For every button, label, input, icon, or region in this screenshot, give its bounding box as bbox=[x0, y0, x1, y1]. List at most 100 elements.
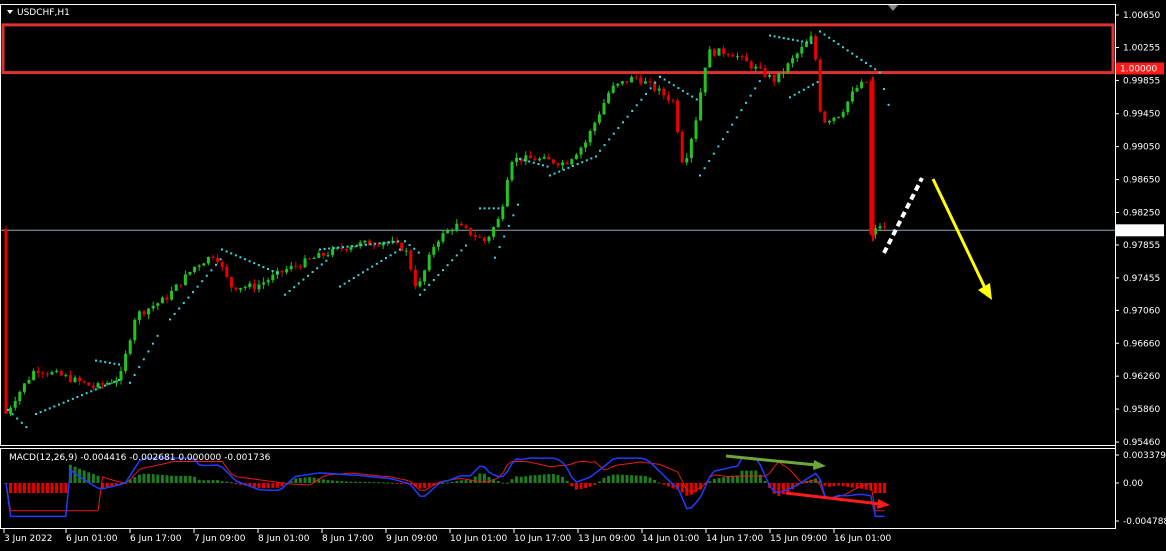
psar-dot bbox=[735, 116, 738, 119]
macd-histogram-bar bbox=[519, 476, 523, 483]
macd-histogram-bar bbox=[501, 482, 505, 484]
candle-body bbox=[423, 270, 427, 282]
symbol-title[interactable]: USDCHF,H1 bbox=[7, 8, 70, 18]
candle-body bbox=[791, 58, 795, 64]
psar-dot bbox=[205, 274, 208, 277]
psar-dot bbox=[378, 242, 381, 245]
macd-histogram-bar bbox=[450, 481, 454, 483]
macd-histogram-bar bbox=[602, 477, 606, 483]
macd-histogram-bar bbox=[547, 474, 551, 483]
psar-dot bbox=[230, 252, 233, 255]
psar-dot bbox=[460, 249, 463, 252]
macd-histogram-bar bbox=[754, 470, 758, 483]
psar-dot bbox=[640, 98, 643, 101]
candle-body bbox=[22, 383, 26, 392]
macd-histogram-bar bbox=[220, 481, 224, 483]
candle-body bbox=[188, 271, 192, 275]
time-label: 7 Jun 09:00 bbox=[194, 534, 246, 544]
mt4-chart-canvas[interactable]: 1.00000 0.98033 0.003379 0.00 -0.004788 1.… bbox=[0, 0, 1166, 551]
psar-dot bbox=[442, 269, 444, 272]
macd-histogram-bar bbox=[763, 481, 767, 483]
macd-histogram-bar bbox=[823, 483, 827, 486]
macd-histogram-bar bbox=[538, 474, 542, 483]
macd-histogram-bar bbox=[781, 483, 785, 495]
macd-histogram-bar bbox=[142, 473, 146, 483]
macd-histogram-bar bbox=[326, 480, 330, 483]
psar-dot bbox=[62, 401, 65, 404]
psar-dot bbox=[498, 246, 501, 249]
candle-body bbox=[147, 308, 151, 315]
psar-dot bbox=[576, 163, 579, 166]
psar-dot bbox=[758, 80, 761, 83]
candle-body bbox=[823, 111, 827, 123]
macd-histogram-bar bbox=[216, 480, 220, 483]
psar-dot bbox=[319, 248, 321, 251]
candle-body bbox=[441, 233, 445, 242]
psar-dot bbox=[717, 145, 720, 148]
psar-dot bbox=[645, 92, 647, 95]
candle-body bbox=[239, 287, 243, 290]
candle-body bbox=[818, 59, 822, 112]
psar-dot bbox=[860, 58, 863, 61]
candle-body bbox=[800, 46, 804, 54]
candle-body bbox=[763, 68, 767, 77]
macd-histogram-bar bbox=[262, 483, 266, 489]
psar-dot bbox=[417, 251, 420, 254]
candle-body bbox=[285, 269, 289, 273]
psar-dot bbox=[325, 259, 328, 262]
psar-dot bbox=[519, 157, 521, 160]
candle-body bbox=[722, 48, 726, 55]
candle-body bbox=[464, 225, 468, 228]
psar-dot bbox=[798, 91, 801, 94]
candle-body bbox=[579, 147, 583, 155]
psar-dot bbox=[138, 366, 141, 369]
macd-histogram-bar bbox=[749, 470, 753, 483]
psar-dot bbox=[585, 159, 588, 162]
psar-dot bbox=[328, 247, 331, 250]
psar-dot bbox=[819, 30, 821, 33]
candle-body bbox=[473, 235, 477, 237]
macd-histogram-bar bbox=[561, 476, 565, 483]
psar-dot bbox=[76, 395, 79, 398]
psar-dot bbox=[865, 61, 867, 64]
psar-dot bbox=[16, 417, 19, 420]
candle-body bbox=[220, 262, 224, 267]
macd-histogram-bar bbox=[165, 475, 169, 483]
psar-dot bbox=[432, 278, 435, 281]
psar-dot bbox=[423, 288, 426, 291]
candle-body bbox=[717, 48, 721, 56]
candle-body bbox=[13, 401, 17, 408]
macd-histogram-bar bbox=[827, 483, 831, 487]
psar-dot bbox=[512, 214, 515, 217]
macd-histogram-bar bbox=[653, 480, 657, 483]
candle-body bbox=[634, 76, 638, 78]
psar-dot bbox=[178, 307, 181, 310]
psar-dot bbox=[663, 78, 666, 81]
psar-dot bbox=[488, 207, 491, 210]
candle-body bbox=[528, 155, 532, 159]
psar-dot bbox=[778, 36, 781, 39]
candle-body bbox=[36, 370, 40, 373]
macd-histogram-bar bbox=[837, 483, 841, 486]
psar-dot bbox=[342, 246, 344, 249]
psar-dot bbox=[11, 413, 14, 416]
candle-body bbox=[9, 407, 13, 414]
candle-body bbox=[685, 158, 689, 163]
candle-body bbox=[262, 282, 266, 285]
macd-histogram-bar bbox=[36, 483, 40, 493]
candle-body bbox=[45, 373, 49, 375]
macd-histogram-bar bbox=[252, 483, 256, 488]
macd-histogram-bar bbox=[722, 477, 726, 483]
price-label: 1.00650 bbox=[1123, 11, 1160, 21]
candle-body bbox=[409, 250, 413, 270]
psar-dot bbox=[117, 378, 120, 381]
candle-body bbox=[225, 266, 229, 277]
macd-histogram-bar bbox=[303, 477, 307, 483]
psar-dot bbox=[293, 286, 296, 289]
psar-dot bbox=[855, 55, 858, 58]
candle-body bbox=[643, 81, 647, 84]
psar-dot bbox=[196, 285, 199, 288]
psar-dot bbox=[581, 161, 584, 164]
candle-body bbox=[133, 319, 137, 341]
candle-body bbox=[708, 49, 712, 68]
